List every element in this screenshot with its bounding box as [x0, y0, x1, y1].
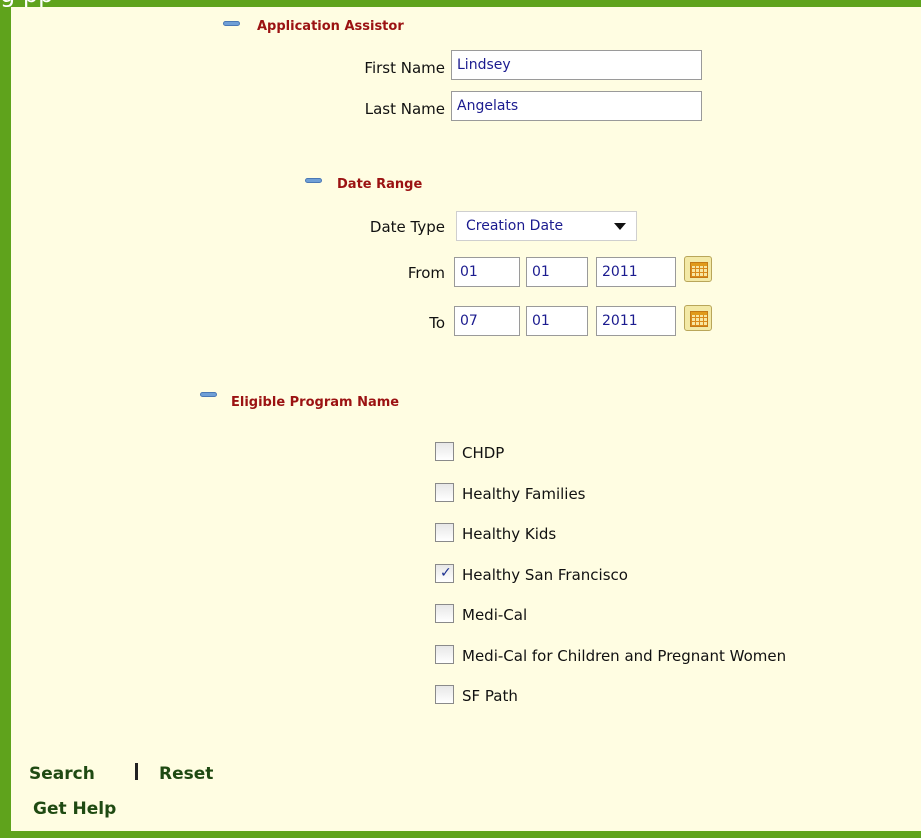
to-day-field[interactable]	[526, 306, 588, 336]
checkbox[interactable]	[435, 685, 454, 704]
chevron-down-icon	[614, 223, 626, 230]
checkbox[interactable]: ✓	[435, 564, 454, 583]
checkmark-icon: ✓	[440, 565, 452, 581]
section-title-date-range: Date Range	[337, 177, 423, 192]
collapse-icon[interactable]	[200, 392, 217, 397]
reset-link[interactable]: Reset	[159, 764, 213, 784]
to-month-field[interactable]	[454, 306, 520, 336]
banner-title: g pp	[0, 0, 53, 7]
checkbox[interactable]	[435, 442, 454, 461]
calendar-icon[interactable]	[684, 305, 712, 331]
first-name-label: First Name	[364, 59, 445, 77]
checkbox[interactable]	[435, 523, 454, 542]
checkbox-label: Healthy San Francisco	[462, 566, 628, 584]
checkbox[interactable]	[435, 645, 454, 664]
first-name-field[interactable]	[451, 50, 702, 80]
checkbox[interactable]	[435, 483, 454, 502]
from-month-field[interactable]	[454, 257, 520, 287]
get-help-link[interactable]: Get Help	[33, 799, 116, 819]
checkbox[interactable]	[435, 604, 454, 623]
link-separator	[135, 763, 138, 780]
to-label: To	[429, 314, 445, 332]
checkbox-label: Healthy Families	[462, 485, 586, 503]
from-day-field[interactable]	[526, 257, 588, 287]
top-banner: g pp	[0, 0, 921, 7]
date-type-value: Creation Date	[466, 218, 564, 234]
date-type-select[interactable]: Creation Date	[456, 211, 637, 241]
last-name-label: Last Name	[364, 100, 445, 118]
checkbox-label: CHDP	[462, 444, 505, 462]
checkbox-label: SF Path	[462, 687, 518, 705]
section-title-programs: Eligible Program Name	[231, 395, 400, 410]
section-title-applicant: Application Assistor	[257, 19, 404, 34]
from-label: From	[407, 264, 445, 282]
calendar-icon[interactable]	[684, 256, 712, 282]
from-year-field[interactable]	[596, 257, 676, 287]
checkbox-label: Healthy Kids	[462, 525, 557, 543]
search-link[interactable]: Search	[29, 764, 95, 784]
date-type-label: Date Type	[369, 218, 445, 236]
checkbox-label: Medi-Cal for Children and Pregnant Women	[462, 647, 787, 665]
checkbox-label: Medi-Cal	[462, 606, 528, 624]
search-panel: Application Assistor First Name Last Nam…	[11, 7, 921, 831]
to-year-field[interactable]	[596, 306, 676, 336]
collapse-icon[interactable]	[223, 21, 240, 26]
last-name-field[interactable]	[451, 91, 702, 121]
collapse-icon[interactable]	[305, 178, 322, 183]
